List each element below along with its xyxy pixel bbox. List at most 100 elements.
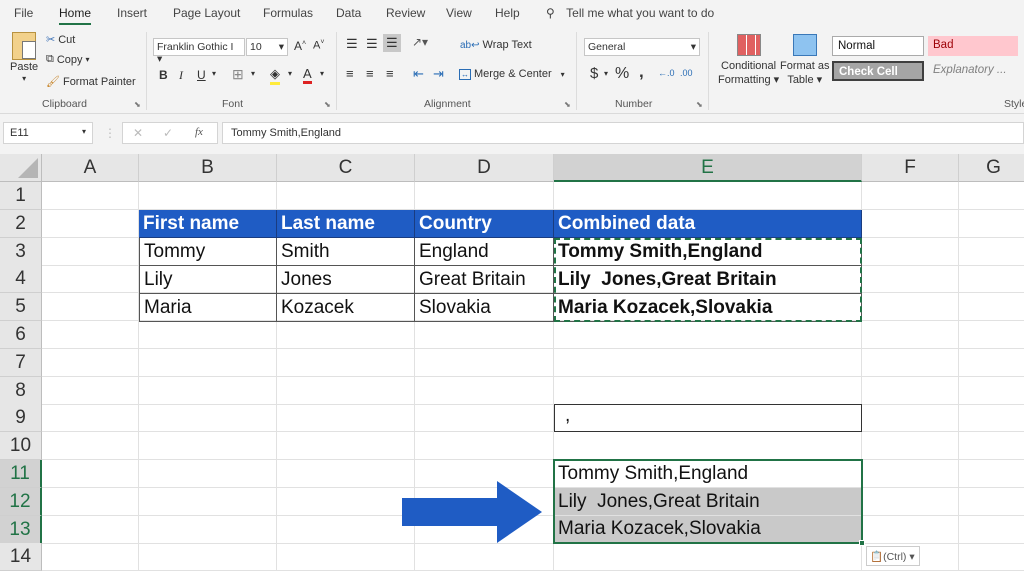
- orientation-icon[interactable]: ↗▾: [412, 35, 428, 49]
- font-size-select[interactable]: 10 ▾: [246, 38, 288, 56]
- align-bottom-icon[interactable]: ☰: [383, 34, 401, 52]
- table-cell[interactable]: Slovakia: [415, 294, 554, 322]
- wrap-text-button[interactable]: ab↩ Wrap Text: [460, 39, 532, 51]
- dialog-launcher-icon[interactable]: ⬊: [696, 100, 703, 109]
- table-cell[interactable]: Jones: [277, 266, 415, 294]
- grid-cell[interactable]: [277, 487, 415, 516]
- grid-cell[interactable]: [415, 543, 554, 572]
- grid-cell[interactable]: [139, 460, 277, 488]
- grid-cell[interactable]: [139, 515, 277, 544]
- row-header-3[interactable]: 3: [0, 237, 42, 266]
- grid-cell[interactable]: [42, 293, 139, 322]
- grid-cell[interactable]: [959, 404, 1024, 433]
- chevron-down-icon[interactable]: ▾: [320, 69, 324, 78]
- grid-cell[interactable]: [42, 460, 139, 488]
- grid-cell[interactable]: [862, 487, 959, 516]
- fill-handle[interactable]: [859, 540, 865, 546]
- grid-cell[interactable]: [959, 432, 1024, 461]
- row-header-13[interactable]: 13: [0, 515, 42, 544]
- grid-cell[interactable]: [42, 182, 139, 210]
- grid-cell[interactable]: [959, 349, 1024, 377]
- style-normal[interactable]: Normal: [832, 36, 924, 56]
- decrease-indent-icon[interactable]: ⇤: [413, 66, 424, 82]
- grid-cell[interactable]: [42, 209, 139, 238]
- format-as-table-button[interactable]: Format as Table ▾: [780, 34, 830, 87]
- table-cell[interactable]: Lily Jones,Great Britain: [554, 266, 862, 294]
- tab-home[interactable]: Home: [59, 6, 92, 25]
- align-right-icon[interactable]: ≡: [386, 66, 394, 81]
- formula-input[interactable]: Tommy Smith,England: [222, 122, 1024, 144]
- cancel-icon[interactable]: ✕: [133, 126, 143, 140]
- table-cell[interactable]: Smith: [277, 238, 415, 266]
- insert-function-icon[interactable]: fx: [195, 126, 203, 138]
- grid-cell[interactable]: [862, 515, 959, 544]
- grid-cell[interactable]: [554, 321, 862, 349]
- chevron-down-icon[interactable]: ▾: [288, 69, 292, 78]
- grid-cell[interactable]: [277, 348, 415, 377]
- grid-cell[interactable]: [415, 348, 554, 377]
- grid-cell[interactable]: [554, 376, 862, 405]
- decrease-decimal-icon[interactable]: .00: [680, 68, 693, 78]
- tell-me-box[interactable]: ⚲ Tell me what you want to do: [546, 6, 714, 20]
- chevron-down-icon[interactable]: ▾: [251, 69, 255, 78]
- copy-button[interactable]: ⧉ Copy ▾: [46, 53, 90, 66]
- grid-cell[interactable]: [42, 376, 139, 405]
- grid-cell[interactable]: [862, 209, 959, 238]
- row-header-1[interactable]: 1: [0, 182, 42, 210]
- number-format-select[interactable]: General ▾: [584, 38, 700, 56]
- comma-style-button[interactable]: ,: [639, 62, 644, 82]
- grid-cell[interactable]: [277, 432, 415, 461]
- column-header-c[interactable]: C: [277, 154, 415, 182]
- table-header-first-name[interactable]: First name: [139, 210, 277, 238]
- grid-cell[interactable]: [277, 321, 415, 349]
- grid-cell[interactable]: [415, 321, 554, 349]
- grid-cell[interactable]: [862, 432, 959, 461]
- table-cell[interactable]: Maria: [139, 294, 277, 322]
- grid-cell[interactable]: [862, 293, 959, 322]
- table-cell[interactable]: Lily: [139, 266, 277, 294]
- grid-cell[interactable]: [42, 404, 139, 433]
- chevron-down-icon[interactable]: ▾: [212, 69, 216, 78]
- grid-cell[interactable]: [277, 515, 415, 544]
- table-cell[interactable]: Kozacek: [277, 294, 415, 322]
- dialog-launcher-icon[interactable]: ⬊: [134, 100, 141, 109]
- grid-cell[interactable]: [959, 238, 1024, 266]
- grid-cell[interactable]: [862, 376, 959, 405]
- percent-button[interactable]: %: [615, 65, 629, 83]
- grid-cell[interactable]: [42, 543, 139, 572]
- grid-cell[interactable]: [959, 210, 1024, 238]
- paste-options-button[interactable]: 📋(Ctrl) ▾: [866, 546, 920, 566]
- grid-cell[interactable]: [277, 460, 415, 488]
- table-cell[interactable]: Tommy: [139, 238, 277, 266]
- grid-cell[interactable]: [42, 515, 139, 544]
- grid-cell[interactable]: [42, 348, 139, 377]
- table-cell[interactable]: Great Britain: [415, 266, 554, 294]
- merge-center-button[interactable]: ↔ Merge & Center ▾: [459, 68, 565, 80]
- grid-cell[interactable]: [415, 376, 554, 405]
- dialog-launcher-icon[interactable]: ⬊: [564, 100, 571, 109]
- italic-button[interactable]: I: [179, 68, 183, 83]
- cell-e12[interactable]: Lily Jones,Great Britain: [554, 488, 862, 516]
- grid-cell[interactable]: [277, 404, 415, 433]
- grid-cell[interactable]: [862, 265, 959, 294]
- grid-cell[interactable]: [139, 348, 277, 377]
- grid-cell[interactable]: [415, 182, 554, 210]
- enter-icon[interactable]: ✓: [163, 126, 173, 140]
- grid-cell[interactable]: [415, 432, 554, 461]
- grid-cell[interactable]: [862, 460, 959, 488]
- paste-button[interactable]: Paste ▾: [10, 32, 38, 83]
- grid-cell[interactable]: [959, 321, 1024, 349]
- name-box[interactable]: E11 ▾: [3, 122, 93, 144]
- grid-cell[interactable]: [139, 487, 277, 516]
- grid-cell[interactable]: [42, 487, 139, 516]
- increase-font-icon[interactable]: A˄: [294, 39, 306, 53]
- column-header-f[interactable]: F: [862, 154, 959, 182]
- font-color-icon[interactable]: A: [303, 66, 312, 84]
- row-header-14[interactable]: 14: [0, 543, 42, 572]
- table-cell[interactable]: Maria Kozacek,Slovakia: [554, 294, 862, 322]
- column-header-e[interactable]: E: [554, 154, 862, 182]
- table-header-last-name[interactable]: Last name: [277, 210, 415, 238]
- grid-cell[interactable]: [42, 237, 139, 266]
- grid-cell[interactable]: [862, 404, 959, 433]
- tab-file[interactable]: File: [14, 6, 33, 20]
